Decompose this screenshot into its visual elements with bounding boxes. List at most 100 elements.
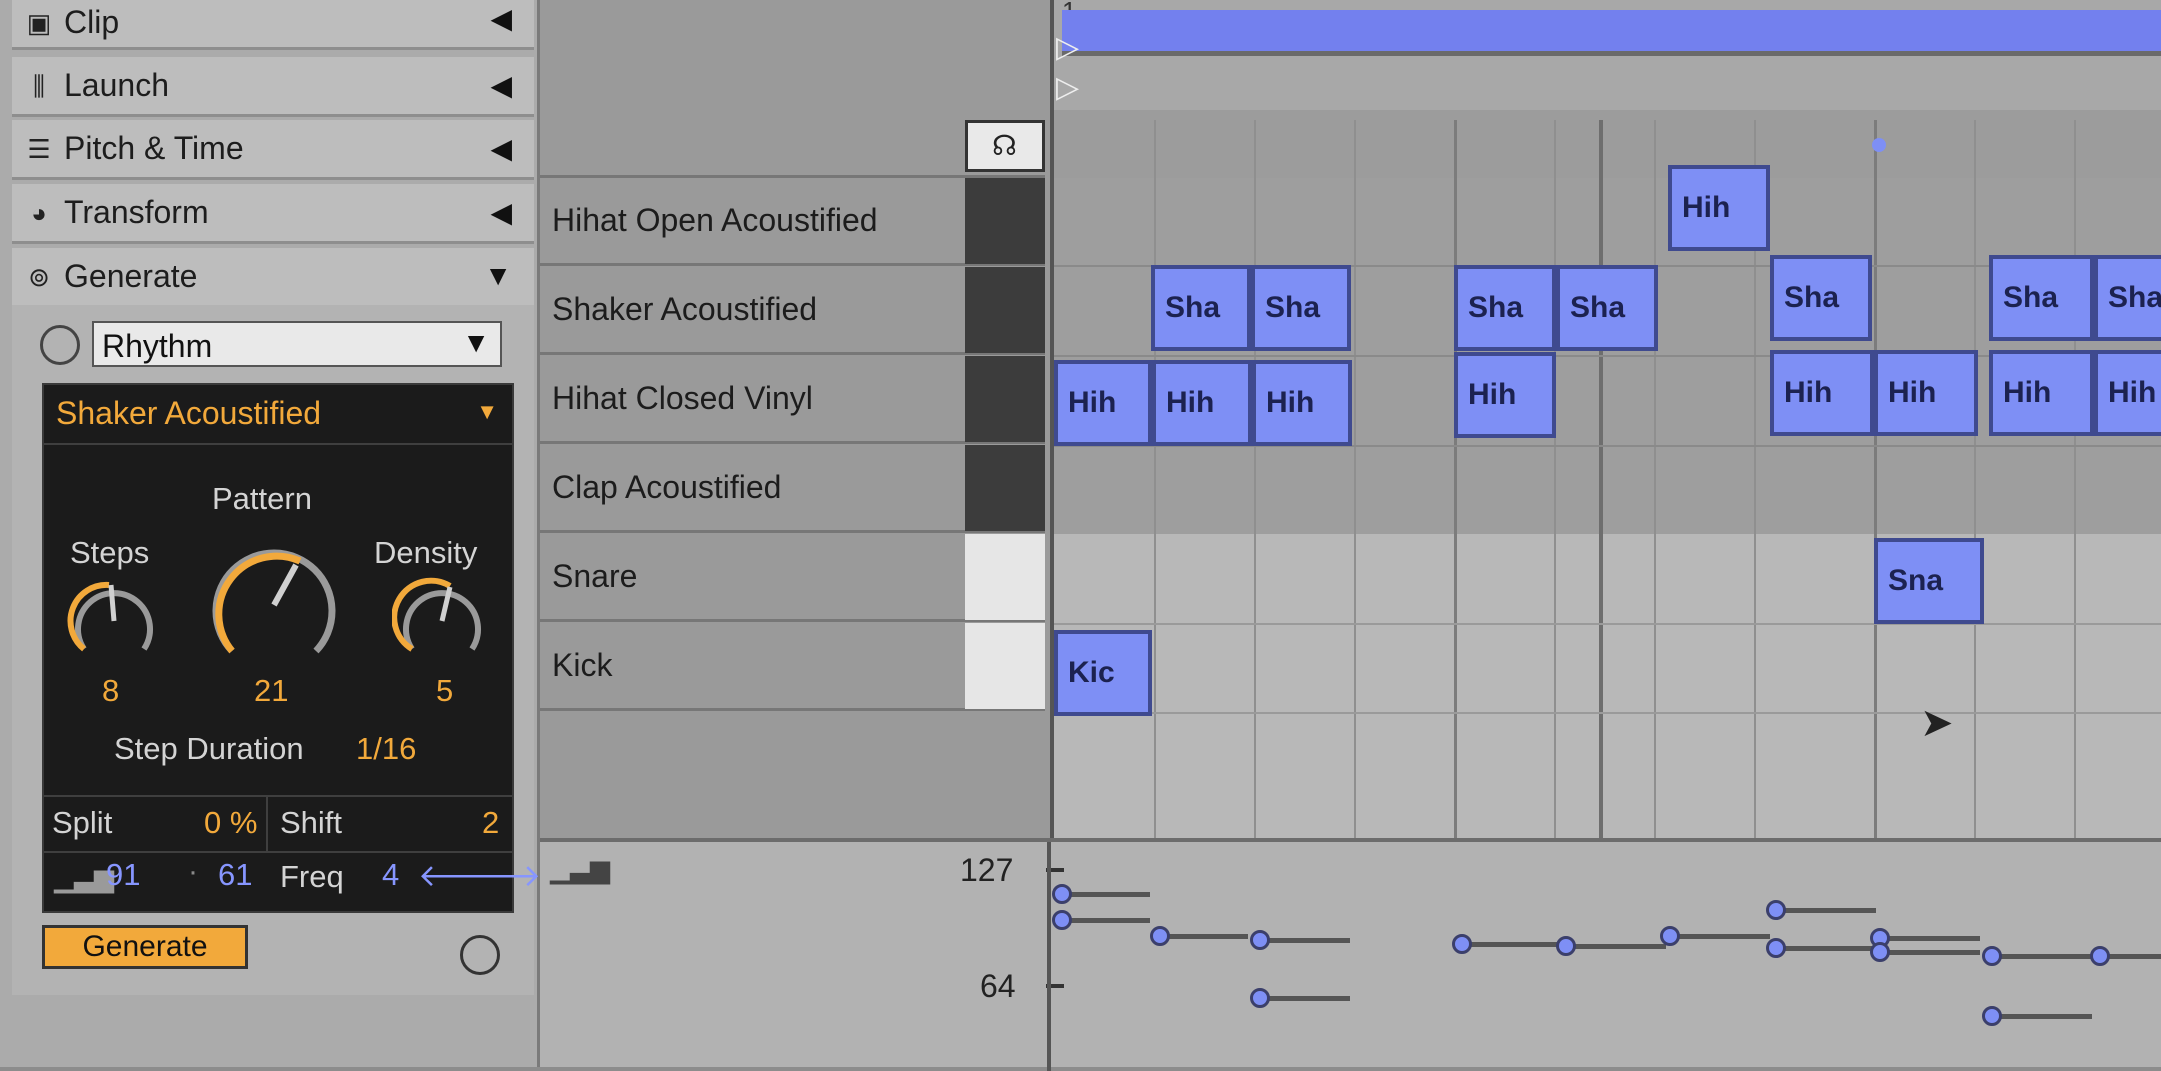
collapse-arrow-icon[interactable]: ◀ xyxy=(490,196,512,229)
velocity-stem xyxy=(1880,936,1980,941)
arrow-right-icon[interactable]: 🡒 xyxy=(458,857,541,894)
velocity-stem xyxy=(1462,942,1562,947)
velocity-handle[interactable] xyxy=(1150,926,1170,946)
playhead-line xyxy=(1599,120,1603,840)
midi-note[interactable]: Hih xyxy=(1152,360,1252,446)
velocity-handle[interactable] xyxy=(1660,926,1680,946)
velocity-value-b[interactable]: 61 xyxy=(218,857,252,893)
track-preview-pad[interactable] xyxy=(965,623,1045,709)
track-preview-pad[interactable] xyxy=(965,534,1045,620)
loop-brace[interactable] xyxy=(1062,10,2161,56)
velocity-handle[interactable] xyxy=(1452,934,1472,954)
track-row[interactable]: Clap Acoustified xyxy=(540,445,1045,533)
velocity-lane[interactable]: ▁▃▆ 127 64 xyxy=(540,838,2161,1071)
track-row[interactable]: Kick xyxy=(540,623,1045,711)
velocity-handle[interactable] xyxy=(1052,910,1072,930)
headphones-icon[interactable]: ☊ xyxy=(965,120,1045,172)
velocity-handle[interactable] xyxy=(1052,884,1072,904)
track-row[interactable]: Snare xyxy=(540,534,1045,622)
divider xyxy=(44,851,512,853)
marker-dot[interactable] xyxy=(1872,138,1886,152)
velocity-stem xyxy=(1060,918,1150,923)
pitch-time-icon: ☰ xyxy=(27,134,51,164)
track-row[interactable]: Shaker Acoustified xyxy=(540,267,1045,355)
midi-note[interactable]: Sha xyxy=(1989,255,2094,341)
expand-arrow-icon[interactable]: ▼ xyxy=(484,260,512,292)
collapse-arrow-icon[interactable]: ◀ xyxy=(490,69,512,102)
midi-note[interactable]: Hih xyxy=(1454,352,1556,438)
generator-select[interactable]: Rhythm ▼ xyxy=(92,321,502,367)
section-label: Transform xyxy=(64,194,209,230)
velocity-handle[interactable] xyxy=(1982,946,2002,966)
midi-note[interactable]: Kic xyxy=(1054,630,1152,716)
divider xyxy=(44,443,512,445)
midi-note[interactable]: Hih xyxy=(1989,350,2094,436)
midi-note[interactable]: Sha xyxy=(1770,255,1872,341)
velocity-handle[interactable] xyxy=(1766,938,1786,958)
midi-note[interactable]: Sha xyxy=(1454,265,1556,351)
regenerate-icon[interactable] xyxy=(460,935,500,975)
track-row[interactable]: Hihat Closed Vinyl xyxy=(540,356,1045,444)
step-duration-value[interactable]: 1/16 xyxy=(356,731,416,767)
velocity-max-label: 127 xyxy=(960,852,1014,888)
velocity-stem xyxy=(1158,934,1248,939)
grid-line xyxy=(1254,120,1256,840)
track-preview-pad[interactable] xyxy=(965,267,1045,353)
midi-note[interactable]: Hih xyxy=(1770,350,1874,436)
velocity-separator: · xyxy=(188,855,198,888)
generate-button[interactable]: Generate xyxy=(42,925,248,969)
track-preview-pad[interactable] xyxy=(965,178,1045,264)
section-label: Clip xyxy=(64,4,120,40)
track-name: Hihat Closed Vinyl xyxy=(552,380,813,416)
section-launch[interactable]: ⫼ Launch ◀ xyxy=(12,57,534,117)
midi-note[interactable]: Hih xyxy=(1054,360,1152,446)
shift-value[interactable]: 2 xyxy=(482,805,499,841)
midi-note[interactable]: Sha xyxy=(1251,265,1351,351)
section-clip[interactable]: ▣ Clip ◀ xyxy=(12,0,534,50)
chevron-down-icon[interactable]: ▼ xyxy=(476,399,498,425)
midi-note[interactable]: Hih xyxy=(1668,165,1770,251)
section-pitch-time[interactable]: ☰ Pitch & Time ◀ xyxy=(12,120,534,180)
start-marker-icon[interactable]: ▷ xyxy=(1056,70,1079,105)
section-transform[interactable]: ◕ Transform ◀ xyxy=(12,184,534,244)
velocity-value-a[interactable]: 91 xyxy=(106,857,140,893)
mouse-cursor-icon: ➤ xyxy=(1920,701,1954,745)
track-preview-pad[interactable] xyxy=(965,445,1045,531)
loop-start-marker-icon[interactable]: ▷ xyxy=(1056,30,1079,65)
collapse-arrow-icon[interactable]: ◀ xyxy=(490,132,512,165)
grid-line xyxy=(1454,120,1457,840)
velocity-handle[interactable] xyxy=(1982,1006,2002,1026)
track-preview-pad[interactable] xyxy=(965,356,1045,442)
velocity-stem xyxy=(1776,946,1876,951)
midi-note[interactable]: Sna xyxy=(1874,538,1984,624)
midi-note[interactable]: Hih xyxy=(1252,360,1352,446)
velocity-handle[interactable] xyxy=(1250,988,1270,1008)
collapse-arrow-icon[interactable]: ◀ xyxy=(490,2,512,35)
velocity-handle[interactable] xyxy=(1556,936,1576,956)
velocity-stem xyxy=(1880,950,1980,955)
midi-note[interactable]: Hih xyxy=(2094,350,2161,436)
target-track-name[interactable]: Shaker Acoustified xyxy=(56,395,321,432)
reset-icon[interactable] xyxy=(40,325,80,365)
section-generate[interactable]: ⊚ Generate ▼ xyxy=(12,248,534,308)
velocity-mid-label: 64 xyxy=(980,968,1016,1004)
pattern-knob[interactable] xyxy=(204,535,344,675)
freq-value[interactable]: 4 xyxy=(382,857,399,893)
midi-note[interactable]: Sha xyxy=(1556,265,1658,351)
clip-view-panel: ▣ Clip ◀ ⫼ Launch ◀ ☰ Pitch & Time ◀ ◕ T… xyxy=(0,0,541,1067)
track-row[interactable]: Hihat Open Acoustified xyxy=(540,178,1045,266)
midi-note[interactable]: Sha xyxy=(2094,255,2161,341)
velocity-handle[interactable] xyxy=(1250,930,1270,950)
chevron-down-icon: ▼ xyxy=(462,327,490,358)
velocity-handle[interactable] xyxy=(1766,900,1786,920)
freq-label: Freq xyxy=(280,859,344,894)
velocity-handle[interactable] xyxy=(1870,942,1890,962)
velocity-handle[interactable] xyxy=(2090,946,2110,966)
density-knob[interactable] xyxy=(392,571,492,671)
track-name: Clap Acoustified xyxy=(552,469,782,505)
midi-note[interactable]: Sha xyxy=(1151,265,1251,351)
midi-note[interactable]: Hih xyxy=(1874,350,1978,436)
split-value[interactable]: 0 % xyxy=(204,805,257,841)
steps-knob[interactable] xyxy=(64,571,164,671)
row-divider xyxy=(1054,623,2161,625)
